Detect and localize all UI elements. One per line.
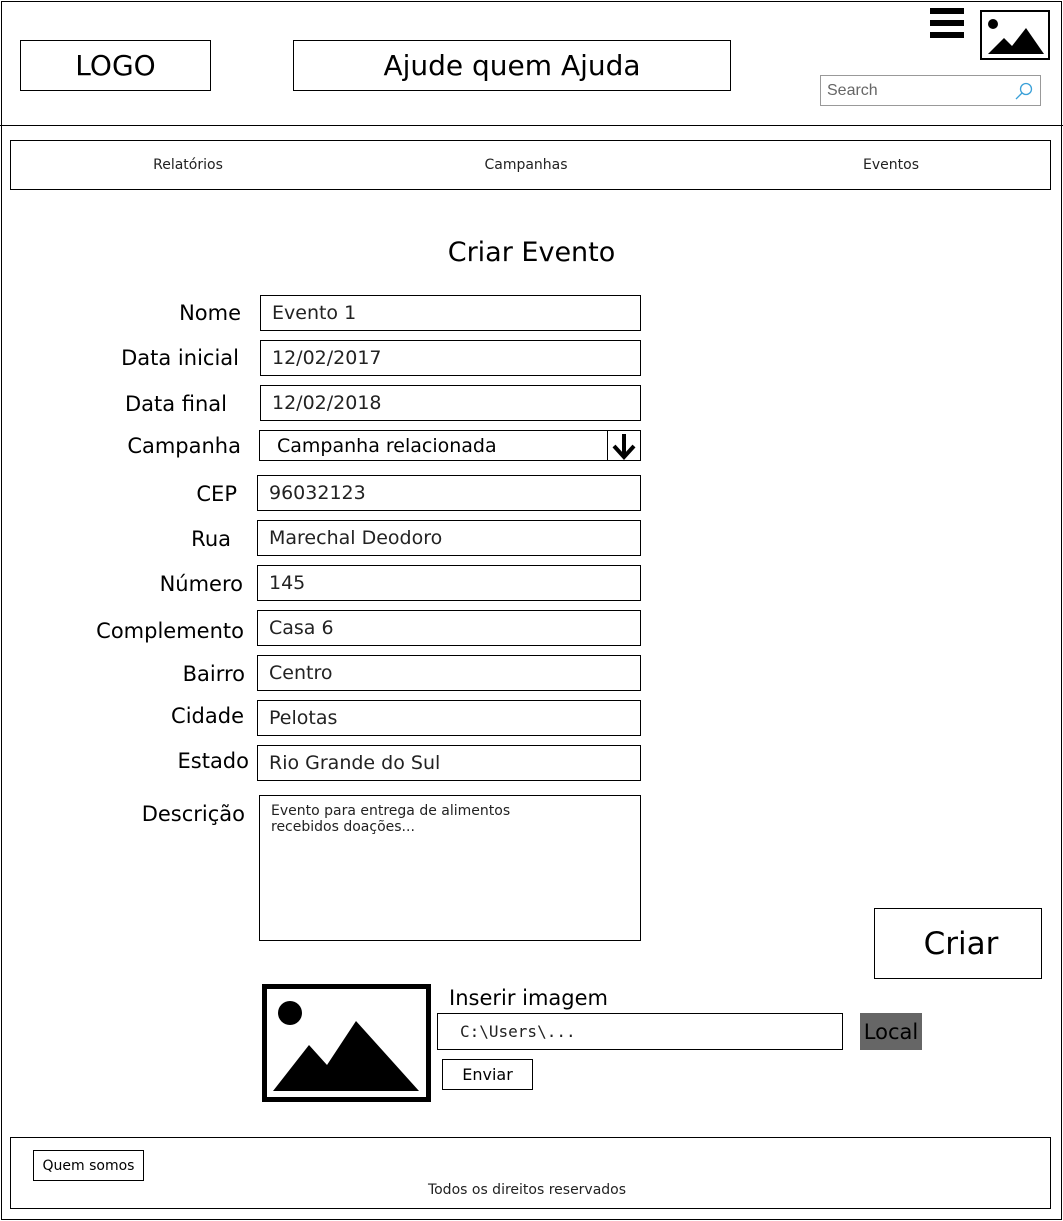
site-title: Ajude quem Ajuda [293,40,731,91]
complemento-label: Complemento [96,619,244,643]
arrow-down-icon[interactable] [607,430,641,461]
insert-image-label: Inserir imagem [449,986,609,1010]
search-input[interactable] [827,81,1007,100]
search-box[interactable] [820,75,1041,106]
complemento-field[interactable]: Casa 6 [257,610,641,646]
image-placeholder-icon [262,984,431,1102]
descricao-label: Descrição [141,802,245,826]
nav-item-campanhas[interactable]: Campanhas [484,157,567,173]
enviar-button[interactable]: Enviar [442,1059,533,1090]
numero-label: Número [159,572,243,596]
campanha-select-value: Campanha relacionada [277,434,497,457]
bairro-field[interactable]: Centro [257,655,641,691]
search-icon[interactable] [1014,81,1034,101]
data-inicial-field[interactable]: 12/02/2017 [260,340,641,376]
rua-field[interactable]: Marechal Deodoro [257,520,641,556]
footer: Quem somos Todos os direitos reservados [10,1137,1051,1209]
hamburger-menu-icon[interactable] [930,8,964,38]
form-title: Criar Evento [447,237,616,268]
cidade-label: Cidade [171,704,244,728]
criar-button[interactable]: Criar [874,908,1042,979]
quem-somos-button[interactable]: Quem somos [33,1150,144,1181]
data-inicial-label: Data inicial [121,346,239,370]
nome-field[interactable]: Evento 1 [260,295,641,331]
estado-field[interactable]: Rio Grande do Sul [257,745,641,781]
copyright-text: Todos os direitos reservados [427,1182,627,1198]
nav-item-eventos[interactable]: Eventos [863,157,919,173]
data-final-field[interactable]: 12/02/2018 [260,385,641,421]
main-nav: Relatórios Campanhas Eventos [10,140,1051,190]
campanha-label: Campanha [127,434,241,458]
cidade-field[interactable]: Pelotas [257,700,641,736]
cep-label: CEP [196,482,237,506]
data-final-label: Data final [124,392,227,416]
cep-field[interactable]: 96032123 [257,475,641,511]
nome-label: Nome [179,301,241,325]
campanha-select[interactable]: Campanha relacionada [259,430,641,461]
local-button[interactable]: Local [860,1013,922,1050]
rua-label: Rua [191,527,231,551]
nav-item-relatorios[interactable]: Relatórios [153,157,223,173]
image-placeholder-icon [980,10,1050,60]
descricao-textarea[interactable]: Evento para entrega de alimentos recebid… [259,795,641,941]
estado-label: Estado [177,749,250,773]
logo[interactable]: LOGO [20,40,211,91]
bairro-label: Bairro [182,662,245,686]
file-path-input[interactable]: C:\Users\... [437,1013,843,1050]
header-divider [0,125,1063,126]
numero-field[interactable]: 145 [257,565,641,601]
